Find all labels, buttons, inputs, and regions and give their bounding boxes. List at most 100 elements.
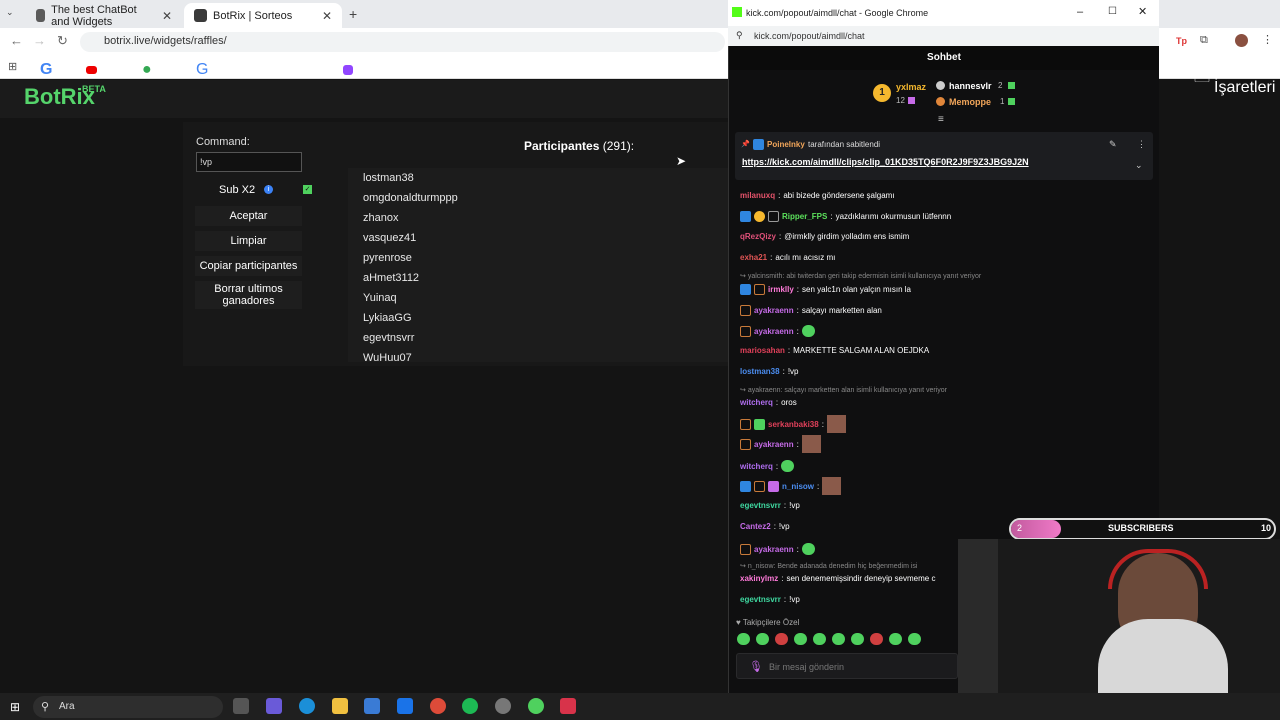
gift-icon bbox=[908, 97, 915, 104]
back-icon[interactable]: ← bbox=[10, 33, 23, 48]
chat-message[interactable]: ayakraenn: salçayı marketten alan bbox=[740, 305, 882, 316]
emote-icon[interactable] bbox=[775, 633, 788, 645]
minimize-icon[interactable]: – bbox=[1077, 6, 1083, 18]
copy-participants-button[interactable]: Copiar participantes bbox=[195, 256, 302, 276]
aceptar-button[interactable]: Aceptar bbox=[195, 206, 302, 226]
chat-address-bar[interactable]: ⚲ kick.com/popout/aimdll/chat bbox=[728, 26, 1159, 46]
start-icon[interactable]: ⊞ bbox=[10, 700, 20, 714]
new-tab-icon[interactable]: + bbox=[349, 6, 357, 22]
chat-message[interactable]: ayakraenn: bbox=[740, 543, 815, 555]
sub-x2-checkbox[interactable]: ✓ bbox=[303, 185, 312, 194]
chat-header: Sohbet bbox=[729, 46, 1159, 70]
emote-icon[interactable] bbox=[794, 633, 807, 645]
chat-message[interactable]: mariosahan: MARKETTE SALGAM ALAN OEJDKA bbox=[740, 346, 929, 355]
taskbar-search[interactable]: ⚲ Ara bbox=[33, 696, 223, 718]
chat-message[interactable]: witcherq: oros bbox=[740, 398, 797, 407]
list-item: pyrenrose bbox=[363, 252, 412, 264]
tab-favicon-icon bbox=[194, 9, 207, 22]
reload-icon[interactable]: ↻ bbox=[57, 33, 68, 49]
chat-message[interactable]: qRezQizy: @irmklly girdim yolladım ens i… bbox=[740, 232, 909, 241]
menu-icon[interactable]: ⋮ bbox=[1262, 33, 1273, 46]
obs-icon[interactable] bbox=[495, 698, 511, 714]
extensions-icon[interactable]: ⧉ bbox=[1200, 34, 1208, 47]
chevron-down-icon[interactable]: ⌄ bbox=[1135, 160, 1143, 171]
pinned-message: 📌 Poinelnky tarafından sabitlendi https:… bbox=[735, 132, 1153, 180]
apps-icon[interactable]: ⊞ bbox=[8, 60, 17, 73]
leader-name: hannesvlr bbox=[949, 81, 992, 91]
extension-icon[interactable]: Tp bbox=[1176, 36, 1187, 46]
tab-chatbot[interactable]: The best ChatBot and Widgets ✕ bbox=[26, 3, 182, 28]
emote-icon[interactable] bbox=[851, 633, 864, 645]
app-icon[interactable] bbox=[560, 698, 576, 714]
emote-icon[interactable] bbox=[737, 633, 750, 645]
all-bookmarks[interactable]: 🗀 Tüm Yer İşaretleri bbox=[1194, 61, 1280, 97]
close-window-icon[interactable]: ✕ bbox=[1138, 5, 1147, 18]
copilot-icon[interactable] bbox=[266, 698, 282, 714]
badge-icon bbox=[754, 480, 765, 492]
chat-message[interactable]: egevtnsvrr: !vp bbox=[740, 595, 800, 604]
maximize-icon[interactable]: ☐ bbox=[1108, 6, 1117, 17]
address-bar[interactable]: botrix.live/widgets/raffles/ bbox=[80, 32, 725, 52]
rank-badge-icon bbox=[936, 81, 945, 90]
pinned-link[interactable]: https://kick.com/aimdll/clips/clip_01KD3… bbox=[742, 157, 1029, 167]
task-view-icon[interactable] bbox=[233, 698, 249, 714]
chat-message[interactable]: serkanbaki38: bbox=[740, 415, 846, 433]
emote-icon[interactable] bbox=[832, 633, 845, 645]
emote-icon[interactable] bbox=[756, 633, 769, 645]
clear-winners-button[interactable]: Borrar ultimos ganadores bbox=[195, 281, 302, 309]
reply-context[interactable]: ↪ n_nisow: Bende adanada denedim hiç beğ… bbox=[740, 562, 917, 570]
sub-icon bbox=[1008, 98, 1015, 105]
spotify-icon[interactable] bbox=[462, 698, 478, 714]
chat-message[interactable]: ayakraenn: bbox=[740, 435, 821, 453]
badge-icon bbox=[740, 305, 751, 316]
badge-icon bbox=[740, 480, 751, 492]
close-tab-icon[interactable]: ✕ bbox=[322, 9, 332, 23]
list-item: WuHuu07 bbox=[363, 352, 412, 362]
emote-icon[interactable] bbox=[870, 633, 883, 645]
participants-list[interactable]: lostman38 omgdonaldturmppp zhanox vasque… bbox=[348, 168, 730, 362]
info-icon[interactable]: i bbox=[264, 185, 273, 194]
app-icon[interactable] bbox=[528, 698, 544, 714]
subs-label: SUBSCRIBERS bbox=[1108, 523, 1174, 533]
emote-icon[interactable] bbox=[908, 633, 921, 645]
chat-message[interactable]: ayakraenn: bbox=[740, 325, 815, 337]
chat-message[interactable]: exha21: acılı mı acısız mı bbox=[740, 253, 835, 262]
forward-icon[interactable]: → bbox=[33, 33, 46, 48]
emote-icon[interactable] bbox=[813, 633, 826, 645]
collapse-icon[interactable]: ≡ bbox=[938, 114, 944, 125]
limpiar-button[interactable]: Limpiar bbox=[195, 231, 302, 251]
chat-message[interactable]: witcherq: bbox=[740, 460, 795, 472]
avatar[interactable] bbox=[1235, 34, 1248, 47]
unpin-icon[interactable]: ✎ bbox=[1109, 139, 1117, 150]
emote-icon[interactable] bbox=[889, 633, 902, 645]
command-input[interactable] bbox=[196, 152, 302, 172]
edge-icon[interactable] bbox=[299, 698, 315, 714]
microphone-icon[interactable]: 🎙 bbox=[749, 660, 763, 673]
tab-botrix-sorteos[interactable]: BotRix | Sorteos ✕ bbox=[184, 3, 342, 28]
translate-icon: G bbox=[196, 61, 209, 78]
site-info-icon[interactable]: ⚲ bbox=[736, 30, 743, 41]
chat-message[interactable]: Cantez2: !vp bbox=[740, 522, 790, 531]
chat-message[interactable]: n_nisow: bbox=[740, 477, 842, 495]
store-icon[interactable] bbox=[364, 698, 380, 714]
tab-list-icon[interactable]: ⌄ bbox=[6, 7, 14, 18]
chat-message[interactable]: Ripper_FPS: yazdıklarımı okurmusun lütfe… bbox=[740, 211, 951, 222]
bookmark-twitch[interactable]: Twitch bbox=[343, 61, 402, 79]
reply-context[interactable]: ↪ ayakraenn: salçayı marketten alan isim… bbox=[740, 386, 947, 394]
close-tab-icon[interactable]: ✕ bbox=[162, 9, 172, 23]
more-options-icon[interactable]: ⋮ bbox=[1137, 139, 1146, 150]
chat-message[interactable]: egevtnsvrr: !vp bbox=[740, 501, 800, 510]
chat-message[interactable]: lostman38: !vp bbox=[740, 367, 798, 376]
file-explorer-icon[interactable] bbox=[332, 698, 348, 714]
badge-icon bbox=[740, 438, 751, 450]
chat-message-input[interactable]: 🎙 Bir mesaj gönderin bbox=[736, 653, 958, 679]
chat-message[interactable]: milanuxq: abi bizede göndersene şalgamı bbox=[740, 191, 895, 200]
chat-message[interactable]: irmklly: sen yalc1n olan yalçın mısın la bbox=[740, 284, 911, 295]
badge-icon bbox=[740, 211, 751, 222]
outlook-icon[interactable] bbox=[397, 698, 413, 714]
chrome-icon[interactable] bbox=[430, 698, 446, 714]
reply-context[interactable]: ↪ yalcinsmith: abi twiterdan geri takip … bbox=[740, 272, 981, 280]
chat-message[interactable]: xakinylmz: sen denememişsindir deneyip s… bbox=[740, 574, 935, 583]
pinned-by-user[interactable]: Poinelnky bbox=[767, 140, 805, 149]
leader-name: yxlmaz bbox=[896, 82, 927, 92]
